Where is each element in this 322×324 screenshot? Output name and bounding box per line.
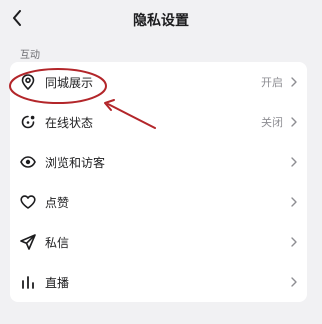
page-title: 隐私设置 bbox=[133, 13, 189, 29]
settings-item-online-status[interactable]: 在线状态 关闭 bbox=[10, 102, 307, 142]
live-bars-icon bbox=[20, 274, 36, 290]
settings-item-live[interactable]: 直播 bbox=[10, 262, 307, 302]
chevron-right-icon bbox=[289, 236, 299, 248]
settings-card: 同城展示 开启 在线状态 关闭 浏览和访客 点赞 私信 直播 bbox=[10, 62, 307, 302]
header-bar: 隐私设置 bbox=[0, 0, 322, 40]
settings-item-label: 浏览和访客 bbox=[45, 155, 106, 170]
location-pin-icon bbox=[20, 74, 36, 90]
chevron-right-icon bbox=[289, 76, 299, 88]
settings-item-value: 关闭 bbox=[261, 116, 283, 129]
eye-icon bbox=[20, 154, 36, 170]
settings-item-likes[interactable]: 点赞 bbox=[10, 182, 307, 222]
settings-item-label: 私信 bbox=[45, 235, 70, 250]
privacy-settings-page: 隐私设置 互动 同城展示 开启 在线状态 关闭 浏览和访客 点赞 私信 直播 bbox=[0, 0, 322, 324]
chevron-right-icon bbox=[289, 276, 299, 288]
settings-item-value: 开启 bbox=[261, 76, 283, 89]
chevron-right-icon bbox=[289, 156, 299, 168]
section-label-interaction: 互动 bbox=[20, 50, 40, 61]
settings-item-label: 点赞 bbox=[45, 195, 70, 210]
settings-item-label: 直播 bbox=[45, 275, 70, 290]
settings-item-label: 在线状态 bbox=[45, 115, 94, 130]
settings-item-direct-messages[interactable]: 私信 bbox=[10, 222, 307, 262]
chevron-right-icon bbox=[289, 116, 299, 128]
chevron-right-icon bbox=[289, 196, 299, 208]
online-status-icon bbox=[20, 114, 36, 130]
heart-icon bbox=[20, 194, 36, 210]
send-icon bbox=[20, 234, 36, 250]
settings-item-local-display[interactable]: 同城展示 开启 bbox=[10, 62, 307, 102]
settings-item-browsing-visitors[interactable]: 浏览和访客 bbox=[10, 142, 307, 182]
settings-item-label: 同城展示 bbox=[45, 75, 94, 90]
